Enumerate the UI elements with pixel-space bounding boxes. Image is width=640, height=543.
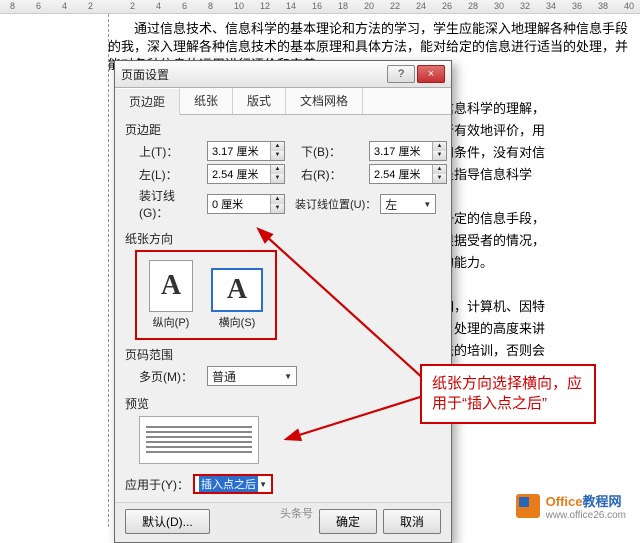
- preview-legend: 预览: [125, 395, 441, 412]
- tab-margins[interactable]: 页边距: [115, 88, 180, 115]
- chevron-down-icon: ▼: [259, 480, 267, 489]
- pages-group: 页码范围 多页(M)： 普通▼: [125, 346, 441, 389]
- watermark-url: www.office26.com: [546, 510, 626, 521]
- apply-label: 应用于(Y)：: [125, 476, 189, 493]
- bottom-spinner[interactable]: ▲▼: [369, 141, 447, 161]
- gutter-spinner[interactable]: ▲▼: [207, 194, 285, 214]
- tab-layout[interactable]: 版式: [233, 88, 286, 114]
- horizontal-ruler: 8642 2468 10121416 18202224 26283032 343…: [0, 0, 640, 14]
- margins-legend: 页边距: [125, 121, 447, 138]
- pages-legend: 页码范围: [125, 346, 441, 363]
- tab-paper[interactable]: 纸张: [180, 88, 233, 114]
- chevron-down-icon: ▼: [284, 372, 292, 381]
- callout-text: 纸张方向选择横向，应用于“插入点之后”: [432, 375, 582, 412]
- office-logo-icon: [516, 494, 540, 518]
- watermark-title-1: Office: [546, 494, 583, 509]
- annotation-callout: 纸张方向选择横向，应用于“插入点之后”: [420, 364, 596, 424]
- toutiao-label: 头条号: [280, 505, 313, 521]
- right-input[interactable]: [370, 165, 432, 183]
- apply-to-value: 插入点之后: [199, 476, 258, 492]
- landscape-icon: A: [211, 268, 263, 312]
- dialog-title: 页面设置: [121, 66, 169, 83]
- right-label: 右(R)：: [301, 166, 365, 183]
- bottom-input[interactable]: [370, 142, 432, 160]
- apply-to-select[interactable]: 插入点之后 ▼: [193, 474, 273, 494]
- default-button[interactable]: 默认(D)...: [125, 509, 210, 534]
- top-label: 上(T)：: [139, 143, 203, 160]
- chevron-up-icon[interactable]: ▲: [271, 142, 284, 151]
- margins-group: 页边距 上(T)： ▲▼ 下(B)： ▲▼ 左(L)： ▲▼ 右(R)： ▲▼ …: [125, 121, 447, 224]
- watermark-title-2: 教程网: [582, 494, 621, 509]
- titlebar[interactable]: 页面设置 ? ×: [115, 61, 451, 88]
- portrait-icon: A: [149, 260, 193, 312]
- portrait-label: 纵向(P): [153, 317, 190, 329]
- portrait-option[interactable]: A 纵向(P): [149, 260, 193, 330]
- right-spinner[interactable]: ▲▼: [369, 164, 447, 184]
- landscape-option[interactable]: A 横向(S): [211, 268, 263, 330]
- page-setup-dialog: 页面设置 ? × 页边距 纸张 版式 文档网格 页边距 上(T)： ▲▼ 下(B…: [114, 60, 452, 543]
- background-text: 过信息科学的理解， 进行有效地评价，用 础和条件，没有对信 沉是指导信息科学 用…: [428, 98, 608, 362]
- orientation-legend: 纸张方向: [125, 230, 441, 247]
- gutter-pos-label: 装订线位置(U)：: [295, 196, 376, 212]
- ok-button[interactable]: 确定: [319, 509, 377, 534]
- gutter-label: 装订线(G)：: [139, 187, 203, 221]
- landscape-label: 横向(S): [219, 317, 256, 329]
- tab-strip: 页边距 纸张 版式 文档网格: [115, 88, 451, 115]
- preview-thumbnail: [139, 416, 259, 464]
- top-input[interactable]: [208, 142, 270, 160]
- left-label: 左(L)：: [139, 166, 203, 183]
- orientation-group: 纸张方向 A 纵向(P) A 横向(S): [125, 230, 441, 340]
- watermark: Office教程网 www.office26.com: [516, 491, 626, 521]
- multi-select[interactable]: 普通▼: [207, 366, 297, 386]
- bottom-label: 下(B)：: [301, 143, 365, 160]
- multi-label: 多页(M)：: [139, 368, 203, 385]
- chevron-down-icon[interactable]: ▼: [271, 151, 284, 160]
- help-button[interactable]: ?: [387, 65, 415, 83]
- gutter-pos-select[interactable]: 左▼: [380, 194, 436, 214]
- margin-indicator: [108, 14, 109, 527]
- preview-group: 预览: [125, 395, 441, 468]
- left-spinner[interactable]: ▲▼: [207, 164, 285, 184]
- gutter-input[interactable]: [208, 195, 270, 213]
- top-spinner[interactable]: ▲▼: [207, 141, 285, 161]
- chevron-down-icon: ▼: [423, 200, 431, 209]
- left-input[interactable]: [208, 165, 270, 183]
- close-button[interactable]: ×: [417, 65, 445, 83]
- cancel-button[interactable]: 取消: [383, 509, 441, 534]
- tab-grid[interactable]: 文档网格: [286, 88, 363, 114]
